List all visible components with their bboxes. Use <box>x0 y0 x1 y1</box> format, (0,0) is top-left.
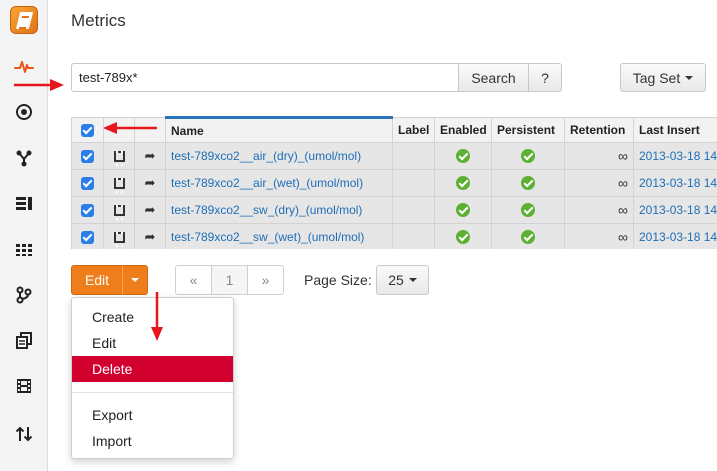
row-checkbox[interactable] <box>71 196 104 224</box>
copy-icon[interactable] <box>10 327 38 355</box>
table-row[interactable]: ➦ test-789xco2__air_(wet)_(umol/mol) ∞ 2… <box>71 169 717 197</box>
caret-down-icon <box>408 278 417 282</box>
menu-item-create[interactable]: Create <box>72 304 233 330</box>
column-header-enabled[interactable]: Enabled <box>434 117 492 143</box>
column-header-retention[interactable]: Retention <box>564 117 634 143</box>
film-icon[interactable] <box>10 372 38 400</box>
metric-label <box>392 223 435 249</box>
enabled-check-icon <box>434 169 492 197</box>
last-insert-value: 2013-03-18 14 <box>633 196 717 224</box>
metric-name-link[interactable]: test-789xco2__sw_(dry)_(umol/mol) <box>165 196 393 224</box>
film-icon[interactable] <box>103 169 135 197</box>
network-icon[interactable] <box>10 144 38 172</box>
select-all-checkbox[interactable] <box>71 117 104 143</box>
tag-set-label: Tag Set <box>632 69 681 86</box>
retention-value: ∞ <box>564 169 634 197</box>
film-icon[interactable] <box>103 196 135 224</box>
next-page-button[interactable]: » <box>247 265 284 295</box>
menu-item-export[interactable]: Export <box>72 402 233 428</box>
current-page[interactable]: 1 <box>211 265 248 295</box>
film-icon[interactable] <box>103 142 135 170</box>
menu-divider <box>72 392 233 393</box>
edit-dropdown-toggle[interactable] <box>122 265 148 295</box>
caret-down-icon <box>685 75 694 80</box>
last-insert-value: 2013-03-18 14 <box>633 223 717 249</box>
pulse-icon[interactable] <box>10 53 38 81</box>
metric-name-link[interactable]: test-789xco2__air_(wet)_(umol/mol) <box>165 169 393 197</box>
target-icon[interactable] <box>10 98 38 126</box>
edit-button[interactable]: Edit <box>71 265 123 295</box>
retention-value: ∞ <box>564 142 634 170</box>
metric-name-link[interactable]: test-789xco2__sw_(wet)_(umol/mol) <box>165 223 393 249</box>
edit-dropdown-menu: Create Edit Delete Export Import <box>71 297 234 459</box>
page-size-dropdown[interactable]: 25 <box>376 265 429 295</box>
enabled-check-icon <box>434 142 492 170</box>
pagination: « 1 » <box>175 265 284 295</box>
header-spacer <box>134 117 166 143</box>
retention-value: ∞ <box>564 223 634 249</box>
last-insert-value: 2013-03-18 14 <box>633 169 717 197</box>
help-button[interactable]: ? <box>528 63 562 92</box>
menu-item-import[interactable]: Import <box>72 428 233 454</box>
header-spacer <box>103 117 135 143</box>
last-insert-value: 2013-03-18 14 <box>633 142 717 170</box>
metric-name-link[interactable]: test-789xco2__air_(dry)_(umol/mol) <box>165 142 393 170</box>
share-icon[interactable]: ➦ <box>134 196 166 224</box>
row-checkbox[interactable] <box>71 142 104 170</box>
enabled-check-icon <box>434 196 492 224</box>
page-size-value: 25 <box>388 272 404 288</box>
sort-arrows-icon[interactable] <box>10 420 38 448</box>
app-logo[interactable] <box>10 6 38 34</box>
search-button[interactable]: Search <box>458 63 529 92</box>
column-header-last-insert[interactable]: Last Insert <box>633 117 717 143</box>
list-icon[interactable] <box>10 190 38 218</box>
row-checkbox[interactable] <box>71 223 104 249</box>
persistent-check-icon <box>491 169 565 197</box>
share-icon[interactable]: ➦ <box>134 142 166 170</box>
column-header-name[interactable]: Name <box>165 116 393 143</box>
branch-icon[interactable] <box>10 281 38 309</box>
prev-page-button[interactable]: « <box>175 265 212 295</box>
table-row[interactable]: ➦ test-789xco2__air_(dry)_(umol/mol) ∞ 2… <box>71 142 717 170</box>
table-row[interactable]: ➦ test-789xco2__sw_(wet)_(umol/mol) ∞ 20… <box>71 223 717 249</box>
table-row[interactable]: ➦ test-789xco2__sw_(dry)_(umol/mol) ∞ 20… <box>71 196 717 224</box>
metric-label <box>392 196 435 224</box>
share-icon[interactable]: ➦ <box>134 223 166 249</box>
row-checkbox[interactable] <box>71 169 104 197</box>
page-size-label: Page Size: <box>304 272 372 288</box>
persistent-check-icon <box>491 196 565 224</box>
menu-item-edit[interactable]: Edit <box>72 330 233 356</box>
page-title: Metrics <box>71 11 126 30</box>
column-header-persistent[interactable]: Persistent <box>491 117 565 143</box>
film-icon[interactable] <box>103 223 135 249</box>
caret-down-icon <box>131 278 139 282</box>
sidebar <box>0 0 48 471</box>
tag-set-dropdown[interactable]: Tag Set <box>620 63 706 92</box>
table-header-row: Name Label Enabled Persistent Retention … <box>71 116 717 143</box>
metrics-table: Name Label Enabled Persistent Retention … <box>71 116 717 249</box>
column-header-label[interactable]: Label <box>392 117 435 143</box>
enabled-check-icon <box>434 223 492 249</box>
share-icon[interactable]: ➦ <box>134 169 166 197</box>
retention-value: ∞ <box>564 196 634 224</box>
metric-label <box>392 169 435 197</box>
search-input[interactable] <box>71 63 459 92</box>
metric-label <box>392 142 435 170</box>
menu-item-delete[interactable]: Delete <box>72 356 233 382</box>
persistent-check-icon <box>491 142 565 170</box>
grid-icon[interactable] <box>10 236 38 264</box>
persistent-check-icon <box>491 223 565 249</box>
